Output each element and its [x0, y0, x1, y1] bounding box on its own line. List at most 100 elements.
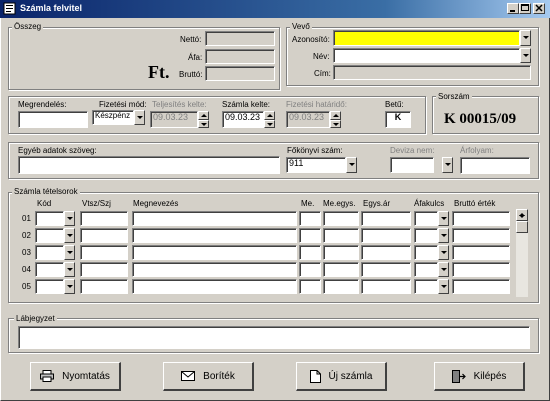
vtsz-input[interactable]: [80, 211, 128, 226]
brutto-input[interactable]: [452, 262, 510, 277]
scroll-up-button[interactable]: [516, 209, 528, 221]
azonosito-input[interactable]: [333, 30, 520, 46]
teljesites-date-field[interactable]: 09.03.23: [150, 111, 198, 128]
vtsz-input[interactable]: [80, 279, 128, 294]
spin-up-icon[interactable]: [264, 111, 275, 120]
egysar-input[interactable]: [361, 228, 411, 243]
egyeb-label: Egyéb adatok szöveg:: [18, 146, 97, 155]
items-legend: Számla tételsorok: [12, 187, 80, 196]
me-input[interactable]: [299, 279, 321, 294]
nev-input[interactable]: [333, 48, 520, 63]
me-input[interactable]: [299, 211, 321, 226]
kod-dropdown-button[interactable]: [64, 245, 75, 260]
kod-input[interactable]: [35, 279, 64, 294]
egysar-input[interactable]: [361, 262, 411, 277]
egyeb-input[interactable]: [18, 156, 280, 174]
fokonyvi-select[interactable]: 911: [286, 157, 346, 173]
spin-down-icon[interactable]: [198, 119, 209, 128]
close-button[interactable]: [533, 3, 545, 14]
spin-down-icon[interactable]: [264, 119, 275, 128]
spin-up-icon[interactable]: [330, 111, 341, 120]
fizetesi-mod-select[interactable]: Készpénz: [92, 110, 134, 125]
cim-field[interactable]: [333, 65, 531, 80]
egysar-input[interactable]: [361, 211, 411, 226]
maximize-button[interactable]: [519, 3, 531, 14]
afakulcs-dropdown-button[interactable]: [438, 228, 449, 243]
afakulcs-input[interactable]: [414, 245, 438, 260]
scroll-thumb[interactable]: [516, 221, 528, 233]
kod-dropdown-button[interactable]: [64, 211, 75, 226]
kod-dropdown-button[interactable]: [64, 228, 75, 243]
new-invoice-button[interactable]: Új számla: [296, 362, 387, 391]
kod-dropdown-button[interactable]: [64, 262, 75, 277]
brutto-field[interactable]: [205, 66, 275, 81]
szamla-kelte-spinner[interactable]: [264, 111, 275, 128]
me-input[interactable]: [299, 228, 321, 243]
megrendeles-input[interactable]: [18, 111, 88, 128]
afa-label: Áfa:: [188, 53, 203, 62]
megnevezes-input[interactable]: [132, 245, 297, 260]
brutto-input[interactable]: [452, 279, 510, 294]
afakulcs-input[interactable]: [414, 228, 438, 243]
meegys-input[interactable]: [323, 228, 359, 243]
header-vtsz: Vtsz/Szj: [82, 199, 111, 208]
egysar-input[interactable]: [361, 279, 411, 294]
fizetesi-mod-dropdown-button[interactable]: [134, 110, 145, 125]
afakulcs-dropdown-button[interactable]: [438, 245, 449, 260]
brutto-input[interactable]: [452, 245, 510, 260]
deviza-dropdown-button[interactable]: [442, 157, 453, 173]
arfolyam-label: Árfolyam:: [460, 146, 494, 155]
kod-input[interactable]: [35, 211, 64, 226]
minimize-button[interactable]: [507, 3, 519, 14]
title-bar[interactable]: Számla felvitel: [0, 0, 550, 18]
labjegyzet-input[interactable]: [18, 326, 530, 349]
spin-up-icon[interactable]: [198, 111, 209, 120]
meegys-input[interactable]: [323, 262, 359, 277]
vtsz-input[interactable]: [80, 245, 128, 260]
kod-dropdown-button[interactable]: [64, 279, 75, 294]
szamla-kelte-date-field[interactable]: 09.03.23: [222, 111, 264, 128]
sorszam-legend: Sorszám: [436, 92, 472, 101]
vtsz-input[interactable]: [80, 228, 128, 243]
fokonyvi-dropdown-button[interactable]: [346, 157, 357, 173]
deviza-select[interactable]: [390, 157, 434, 173]
afakulcs-dropdown-button[interactable]: [438, 211, 449, 226]
meegys-input[interactable]: [323, 245, 359, 260]
kod-input[interactable]: [35, 262, 64, 277]
arfolyam-input[interactable]: [460, 157, 530, 174]
afakulcs-input[interactable]: [414, 279, 438, 294]
afakulcs-input[interactable]: [414, 211, 438, 226]
envelope-button[interactable]: Boríték: [163, 362, 254, 391]
afakulcs-dropdown-button[interactable]: [438, 262, 449, 277]
me-input[interactable]: [299, 245, 321, 260]
exit-label: Kilépés: [473, 370, 507, 382]
brutto-input[interactable]: [452, 228, 510, 243]
print-button[interactable]: Nyomtatás: [30, 362, 121, 391]
afakulcs-input[interactable]: [414, 262, 438, 277]
megnevezes-input[interactable]: [132, 262, 297, 277]
meegys-input[interactable]: [323, 211, 359, 226]
exit-button[interactable]: Kilépés: [434, 362, 525, 391]
egysar-input[interactable]: [361, 245, 411, 260]
netto-field[interactable]: [205, 31, 275, 46]
spin-down-icon[interactable]: [330, 119, 341, 128]
megnevezes-input[interactable]: [132, 228, 297, 243]
me-input[interactable]: [299, 262, 321, 277]
afa-field[interactable]: [205, 49, 275, 64]
megnevezes-input[interactable]: [132, 279, 297, 294]
teljesites-spinner[interactable]: [198, 111, 209, 128]
kod-input[interactable]: [35, 228, 64, 243]
afakulcs-dropdown-button[interactable]: [438, 279, 449, 294]
nev-dropdown-button[interactable]: [520, 48, 531, 63]
envelope-icon: [181, 371, 196, 381]
vtsz-input[interactable]: [80, 262, 128, 277]
fizetesi-hatarido-date-field[interactable]: 09.03.23: [286, 111, 330, 128]
azonosito-dropdown-button[interactable]: [520, 30, 531, 46]
netto-label: Nettó:: [180, 35, 202, 44]
megnevezes-input[interactable]: [132, 211, 297, 226]
kod-input[interactable]: [35, 245, 64, 260]
meegys-input[interactable]: [323, 279, 359, 294]
fizetesi-hatarido-spinner[interactable]: [330, 111, 341, 128]
betu-input[interactable]: K: [385, 111, 411, 128]
brutto-input[interactable]: [452, 211, 510, 226]
